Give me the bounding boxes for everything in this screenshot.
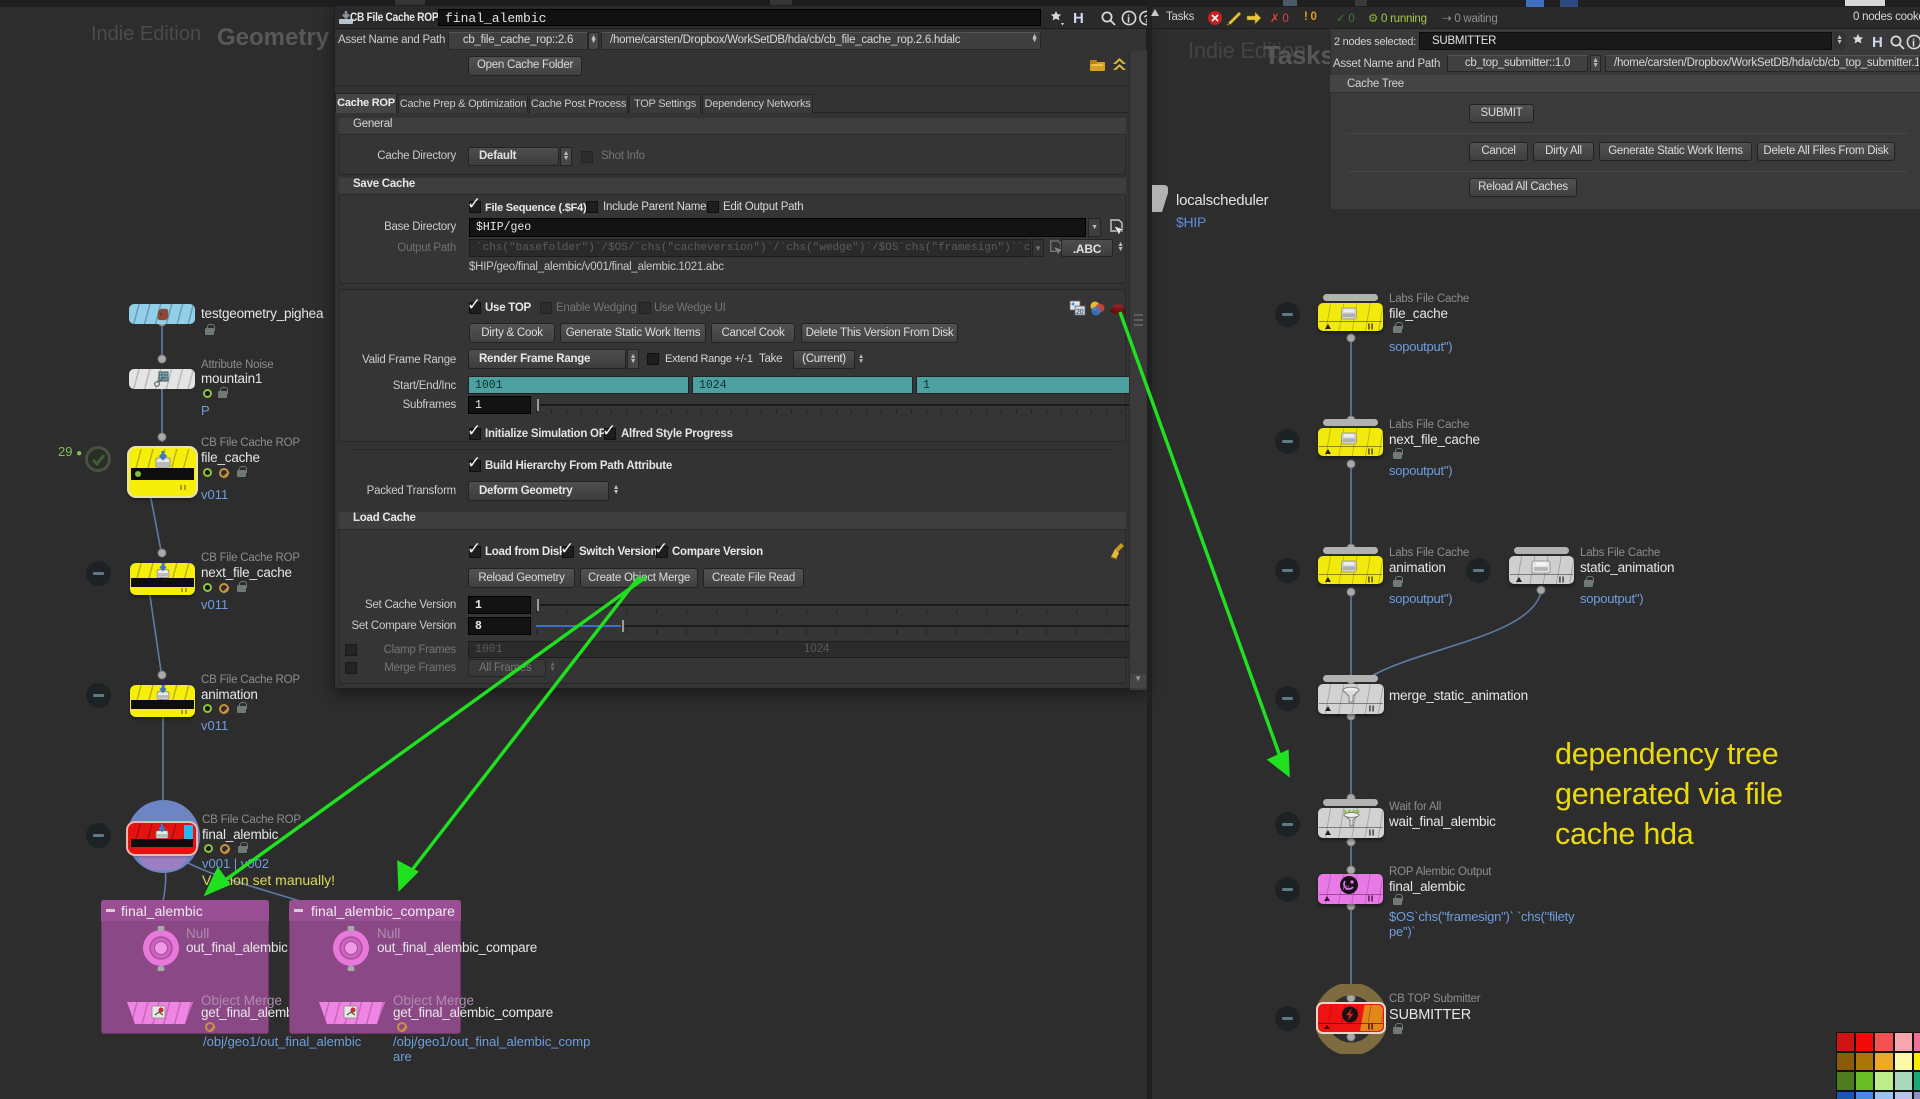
svg-text:rO: rO — [1343, 886, 1350, 892]
svg-text:20: 20 — [1076, 309, 1084, 316]
svg-text:i: i — [1127, 14, 1130, 26]
svg-text:H: H — [1073, 10, 1084, 27]
